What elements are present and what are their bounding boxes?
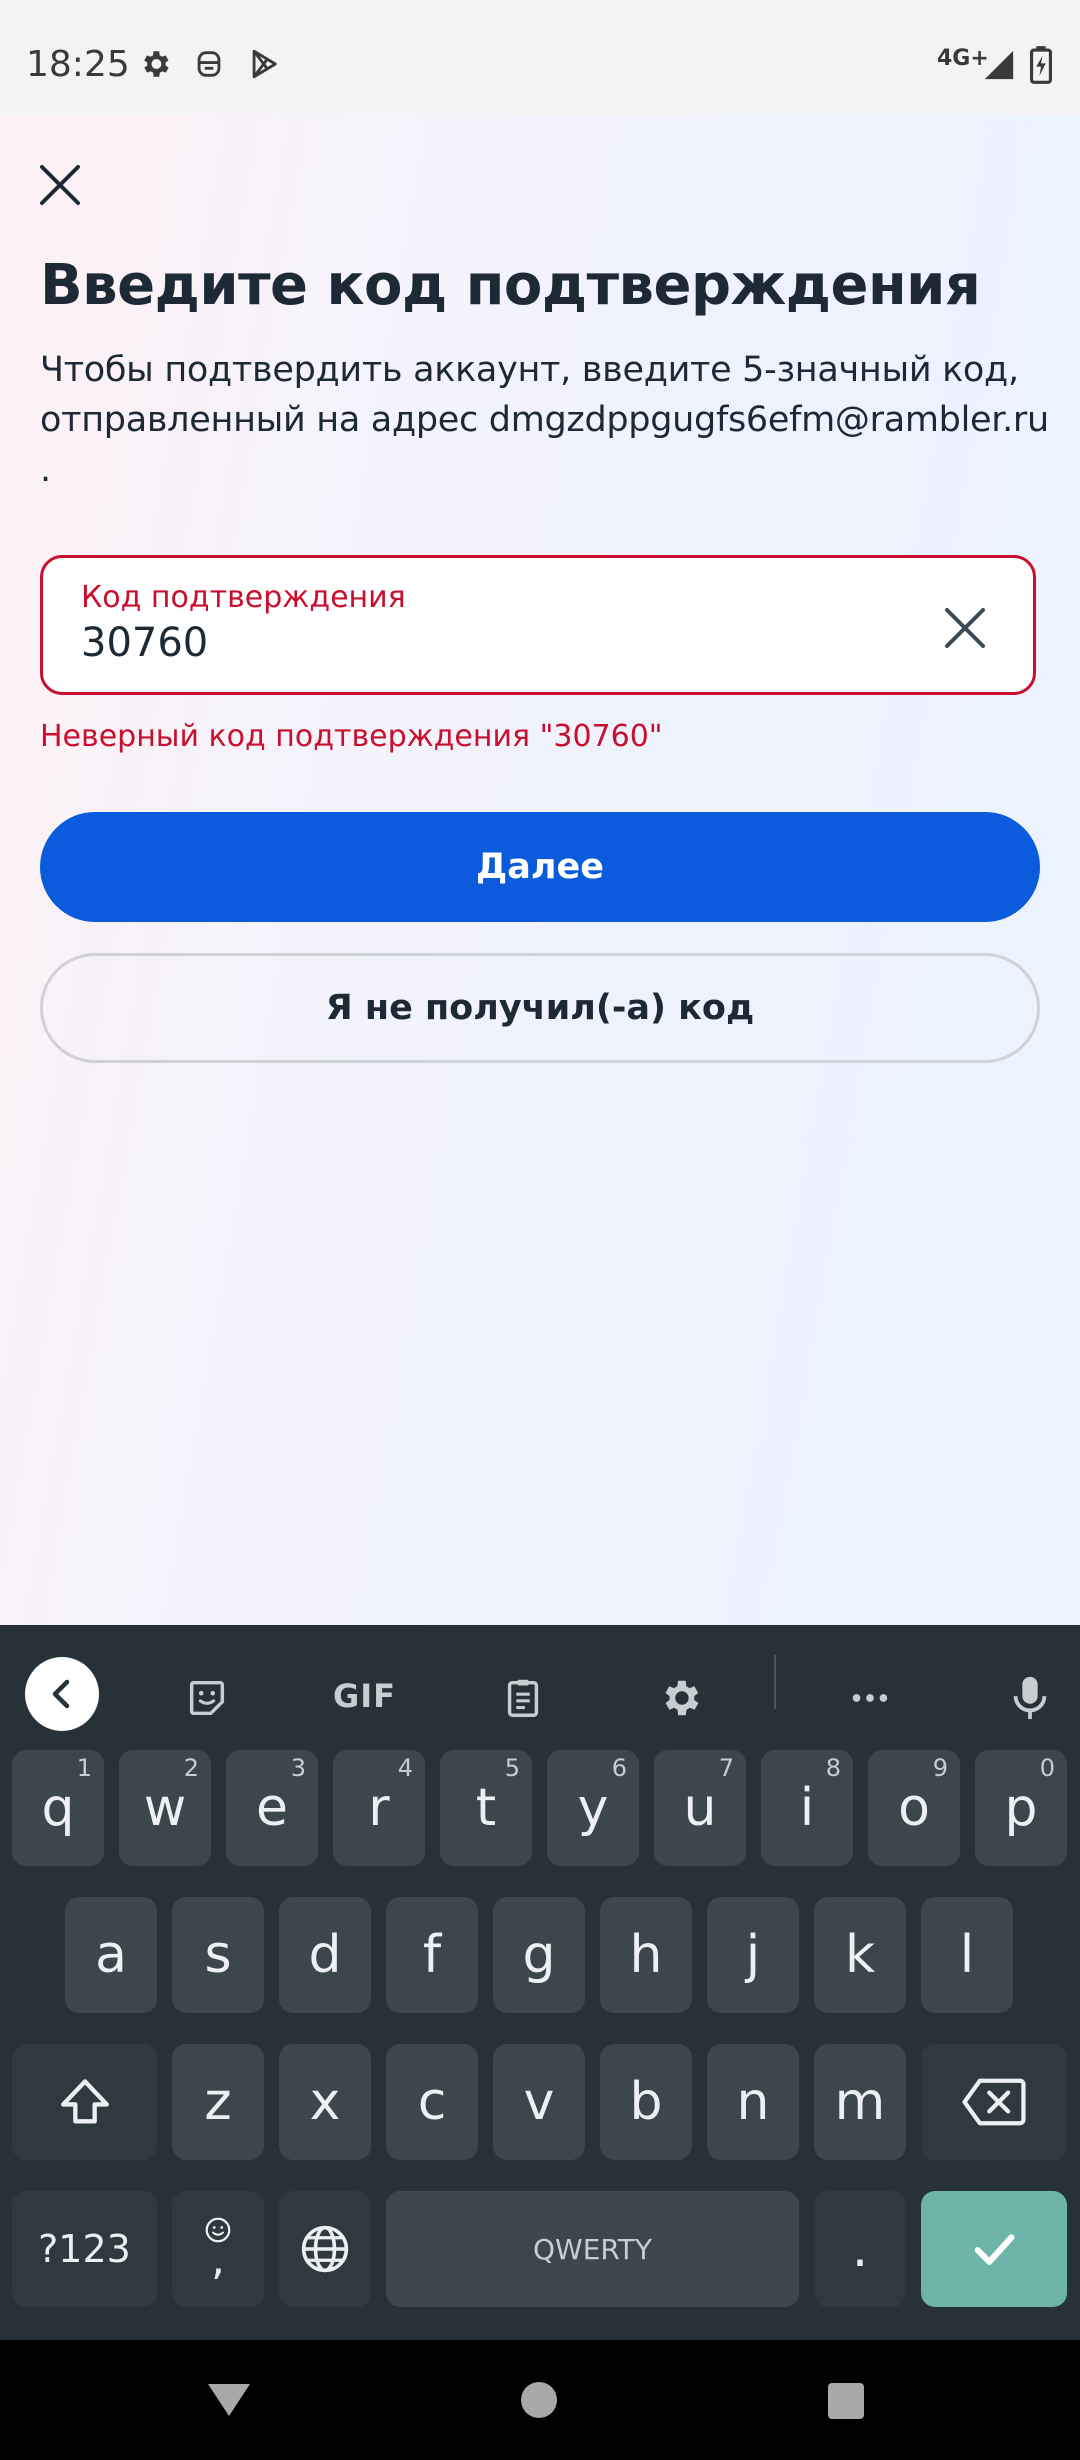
- mail-robot-icon: [197, 51, 221, 77]
- key-y[interactable]: y6: [547, 1750, 639, 1866]
- key-label: e: [256, 1778, 288, 1838]
- status-time: 18:25: [26, 44, 130, 85]
- key-label: i: [799, 1778, 815, 1838]
- key-s[interactable]: s: [172, 1897, 264, 2013]
- key-x[interactable]: x: [279, 2044, 371, 2160]
- shift-key[interactable]: [12, 2044, 157, 2160]
- key-c[interactable]: c: [386, 2044, 478, 2160]
- backspace-key[interactable]: [921, 2044, 1067, 2160]
- emoji-comma-key[interactable]: ,: [172, 2191, 264, 2307]
- key-r[interactable]: r4: [333, 1750, 425, 1866]
- shift-icon: [60, 2079, 109, 2124]
- keyboard: GIF q1 w2 e3 r4 t5 y6 u7 i8 o9 p0 a s d …: [0, 1625, 1080, 2340]
- key-hint: 0: [1039, 1754, 1055, 1782]
- key-label: q: [41, 1778, 75, 1838]
- key-hint: 8: [825, 1754, 841, 1782]
- key-f[interactable]: f: [386, 1897, 478, 2013]
- key-hint: 1: [76, 1754, 92, 1782]
- navigation-bar: [0, 2340, 1080, 2460]
- signal-icon: [984, 50, 1014, 80]
- language-key[interactable]: [279, 2191, 371, 2307]
- keyboard-settings-icon[interactable]: [657, 1675, 703, 1721]
- status-bar: 18:25 4G+: [0, 0, 1080, 115]
- keyboard-toolbar: GIF: [0, 1625, 1080, 1735]
- space-key[interactable]: QWERTY: [386, 2191, 799, 2307]
- error-message: Неверный код подтверждения "30760": [40, 719, 663, 754]
- more-options-icon[interactable]: [847, 1675, 893, 1721]
- key-label: y: [577, 1778, 609, 1838]
- close-icon[interactable]: [30, 155, 90, 215]
- back-triangle-icon[interactable]: [206, 2380, 252, 2420]
- comma-label: ,: [211, 2234, 225, 2285]
- toolbar-divider: [774, 1655, 776, 1709]
- key-w[interactable]: w2: [119, 1750, 211, 1866]
- verification-code-field[interactable]: Код подтверждения: [40, 555, 1036, 695]
- key-l[interactable]: l: [921, 1897, 1013, 2013]
- backspace-icon: [962, 2078, 1026, 2126]
- key-hint: 4: [397, 1754, 413, 1782]
- key-d[interactable]: d: [279, 1897, 371, 2013]
- key-label: r: [368, 1778, 390, 1838]
- checkmark-icon: [974, 2234, 1015, 2265]
- key-label: t: [475, 1778, 497, 1838]
- instruction-text: Чтобы подтвердить аккаунт, введите 5-зна…: [40, 345, 1050, 495]
- microphone-icon[interactable]: [1007, 1673, 1053, 1723]
- clear-icon[interactable]: [937, 600, 993, 656]
- key-t[interactable]: t5: [440, 1750, 532, 1866]
- play-store-icon: [252, 49, 277, 79]
- key-hint: 6: [611, 1754, 627, 1782]
- key-b[interactable]: b: [600, 2044, 692, 2160]
- key-o[interactable]: o9: [868, 1750, 960, 1866]
- key-hint: 7: [718, 1754, 734, 1782]
- key-e[interactable]: e3: [226, 1750, 318, 1866]
- key-j[interactable]: j: [707, 1897, 799, 2013]
- symbols-key[interactable]: ?123: [12, 2191, 157, 2307]
- globe-icon: [301, 2225, 349, 2273]
- home-circle-icon[interactable]: [519, 2380, 559, 2420]
- chevron-left-icon: [52, 1679, 70, 1709]
- sticker-icon[interactable]: [184, 1675, 230, 1721]
- code-input[interactable]: [81, 620, 841, 666]
- battery-icon: [1030, 46, 1052, 84]
- key-label: u: [683, 1778, 717, 1838]
- key-p[interactable]: p0: [975, 1750, 1067, 1866]
- period-key[interactable]: .: [814, 2191, 906, 2307]
- key-h[interactable]: h: [600, 1897, 692, 2013]
- key-hint: 2: [183, 1754, 199, 1782]
- key-a[interactable]: a: [65, 1897, 157, 2013]
- code-field-label: Код подтверждения: [81, 580, 406, 615]
- key-label: p: [1004, 1778, 1038, 1838]
- key-hint: 9: [932, 1754, 948, 1782]
- clipboard-icon[interactable]: [500, 1675, 546, 1721]
- recents-square-icon[interactable]: [827, 2382, 865, 2420]
- instruction-line: отправленный на адрес dmgzdppgugfs6efm@r…: [40, 400, 1049, 440]
- key-g[interactable]: g: [493, 1897, 585, 2013]
- next-button[interactable]: Далее: [40, 812, 1040, 922]
- key-m[interactable]: m: [814, 2044, 906, 2160]
- page-title: Введите код подтверждения: [40, 253, 981, 318]
- key-v[interactable]: v: [493, 2044, 585, 2160]
- key-u[interactable]: u7: [654, 1750, 746, 1866]
- key-hint: 5: [504, 1754, 520, 1782]
- keyboard-collapse-button[interactable]: [25, 1657, 99, 1731]
- gif-button[interactable]: GIF: [333, 1677, 396, 1715]
- key-n[interactable]: n: [707, 2044, 799, 2160]
- key-q[interactable]: q1: [12, 1750, 104, 1866]
- key-k[interactable]: k: [814, 1897, 906, 2013]
- instruction-line: .: [40, 450, 51, 490]
- gear-icon: [144, 51, 169, 77]
- key-label: w: [143, 1778, 187, 1838]
- key-i[interactable]: i8: [761, 1750, 853, 1866]
- instruction-line: Чтобы подтвердить аккаунт, введите 5-зна…: [40, 350, 1019, 390]
- verification-screen: Введите код подтверждения Чтобы подтверд…: [0, 115, 1080, 1625]
- key-hint: 3: [290, 1754, 306, 1782]
- code-not-received-button[interactable]: Я не получил(-а) код: [40, 953, 1040, 1063]
- enter-key[interactable]: [921, 2191, 1067, 2307]
- key-z[interactable]: z: [172, 2044, 264, 2160]
- key-label: o: [898, 1778, 930, 1838]
